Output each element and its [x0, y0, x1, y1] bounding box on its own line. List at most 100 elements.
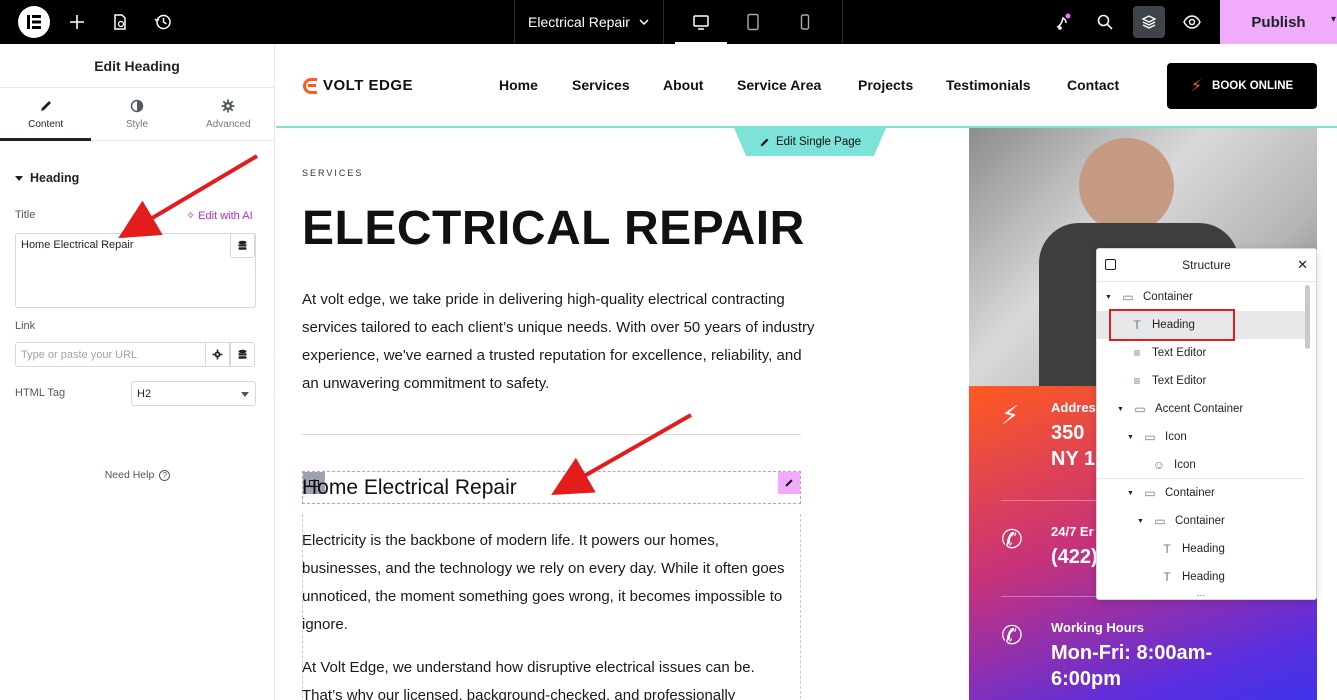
link-input[interactable]: Type or paste your URL — [15, 342, 206, 367]
dynamic-tags-button[interactable] — [230, 233, 255, 258]
pencil-icon — [760, 138, 769, 146]
phone-icon: ✆ — [1001, 620, 1023, 650]
elementor-logo-icon[interactable] — [18, 6, 50, 38]
nav-service-area[interactable]: Service Area — [737, 77, 821, 93]
heading-icon: T — [1163, 570, 1171, 584]
services-kicker: SERVICES — [302, 168, 364, 178]
structure-item-heading[interactable]: T Heading — [1097, 563, 1305, 591]
link-options-button[interactable] — [205, 342, 230, 367]
html-tag-select[interactable]: H2 — [131, 381, 256, 406]
notifications-icon[interactable] — [1050, 10, 1074, 34]
structure-item-text-editor[interactable]: ≡ Text Editor — [1097, 339, 1305, 367]
nav-testimonials[interactable]: Testimonials — [946, 77, 1031, 93]
widget-edit-button[interactable] — [778, 472, 800, 494]
structure-scrollbar[interactable] — [1305, 285, 1310, 349]
tablet-icon — [747, 13, 759, 31]
structure-item-icon[interactable]: ☺ Icon — [1097, 451, 1305, 479]
publish-label: Publish — [1251, 13, 1306, 31]
section-heading[interactable]: Home Electrical Repair — [302, 476, 517, 500]
need-help-link[interactable]: Need Help ? — [0, 469, 275, 481]
edit-panel: Edit Heading Content Style Advanced Head… — [0, 44, 275, 700]
lightning-icon: ⚡ — [1001, 400, 1020, 430]
structure-item-container[interactable]: ▼ ▭ Container — [1097, 479, 1305, 507]
nav-services[interactable]: Services — [572, 77, 630, 93]
structure-item-heading[interactable]: T Heading — [1097, 535, 1305, 563]
panel-title: Edit Heading — [0, 44, 274, 88]
structure-item-icon-container[interactable]: ▼ ▭ Icon — [1097, 423, 1305, 451]
link-dynamic-tags-button[interactable] — [230, 342, 255, 367]
mobile-view-button[interactable] — [779, 0, 831, 44]
tab-advanced[interactable]: Advanced — [183, 88, 274, 140]
nav-home[interactable]: Home — [499, 77, 538, 93]
address-line-1: 350 — [1051, 422, 1085, 444]
phone-icon: ✆ — [1001, 524, 1023, 554]
publish-button[interactable]: Publish ▾ — [1220, 0, 1337, 44]
tab-advanced-label: Advanced — [206, 118, 251, 130]
structure-item-label: Text Editor — [1152, 375, 1207, 387]
heading-section-toggle[interactable]: Heading — [15, 171, 79, 185]
edit-single-page-button[interactable]: Edit Single Page — [734, 128, 886, 156]
search-icon[interactable] — [1093, 10, 1117, 34]
structure-item-container[interactable]: ▼ ▭ Container — [1097, 283, 1305, 311]
caret-down-icon[interactable]: ▼ — [1105, 294, 1113, 301]
tab-content[interactable]: Content — [0, 88, 92, 141]
caret-down-icon — [15, 175, 23, 181]
book-online-button[interactable]: ⚡ BOOK ONLINE — [1167, 63, 1317, 109]
heading-icon: T — [1163, 542, 1171, 556]
page-settings-icon[interactable] — [108, 10, 132, 34]
history-icon[interactable] — [151, 10, 175, 34]
caret-down-icon[interactable]: ▼ — [1127, 434, 1135, 441]
edit-with-ai-button[interactable]: ✧ Edit with AI — [186, 209, 253, 223]
text-editor-icon: ≡ — [1133, 346, 1141, 360]
divider — [302, 434, 801, 435]
tab-style[interactable]: Style — [91, 88, 182, 140]
document-title-dropdown[interactable]: Electrical Repair — [514, 0, 664, 44]
close-icon[interactable]: ✕ — [1297, 257, 1308, 273]
edit-with-ai-label: Edit with AI — [198, 209, 253, 222]
page-heading[interactable]: ELECTRICAL REPAIR — [302, 201, 805, 256]
structure-panel: Structure ✕ ▼ ▭ Container T Heading ≡ Tex… — [1096, 248, 1317, 600]
site-header: VOLT EDGE Home Services About Service Ar… — [276, 44, 1337, 128]
panel-tabs: Content Style Advanced — [0, 88, 274, 141]
structure-item-text-editor[interactable]: ≡ Text Editor — [1097, 367, 1305, 395]
nav-projects[interactable]: Projects — [858, 77, 913, 93]
container-icon: ▭ — [1144, 430, 1156, 444]
hours-label: Working Hours — [1051, 620, 1144, 635]
body-paragraph-2[interactable]: At Volt Edge, we understand how disrupti… — [302, 654, 792, 700]
dock-icon[interactable] — [1105, 259, 1116, 270]
help-icon: ? — [159, 469, 171, 481]
sparkle-icon: ✧ — [186, 210, 196, 222]
text-editor-icon: ≡ — [1133, 374, 1141, 388]
nav-about[interactable]: About — [663, 77, 703, 93]
html-tag-label: HTML Tag — [15, 387, 66, 399]
caret-down-icon[interactable]: ▼ — [1127, 490, 1135, 497]
structure-item-container[interactable]: ▼ ▭ Container — [1097, 507, 1305, 535]
structure-item-accent-container[interactable]: ▼ ▭ Accent Container — [1097, 395, 1305, 423]
site-logo[interactable]: VOLT EDGE — [303, 77, 413, 94]
book-online-label: BOOK ONLINE — [1212, 80, 1294, 92]
title-textarea[interactable]: Home Electrical Repair — [15, 233, 256, 308]
structure-header: Structure ✕ — [1097, 249, 1316, 282]
editor-topbar: Electrical Repair Publish ▾ — [0, 0, 1337, 44]
structure-toggle-button[interactable] — [1133, 6, 1165, 38]
topbar-divider — [842, 0, 843, 44]
preview-eye-icon[interactable] — [1180, 10, 1204, 34]
structure-item-label: Heading — [1182, 571, 1225, 583]
intro-text[interactable]: At volt edge, we take pride in deliverin… — [302, 286, 822, 398]
emergency-phone[interactable]: (422) — [1051, 544, 1098, 570]
structure-item-label: Container — [1175, 515, 1225, 527]
container-icon: ▭ — [1154, 514, 1166, 528]
add-element-icon[interactable] — [65, 10, 89, 34]
brand-name: VOLT EDGE — [323, 77, 414, 94]
caret-down-icon[interactable]: ▼ — [1117, 406, 1125, 413]
body-paragraph-1[interactable]: Electricity is the backbone of modern li… — [302, 527, 792, 639]
publish-options-icon[interactable]: ▾ — [1331, 14, 1337, 25]
structure-more-indicator: ... — [1196, 588, 1206, 599]
html-tag-value: H2 — [137, 388, 152, 400]
tablet-view-button[interactable] — [727, 0, 779, 44]
edit-single-page-label: Edit Single Page — [775, 136, 862, 148]
nav-contact[interactable]: Contact — [1067, 77, 1119, 93]
caret-down-icon — [241, 392, 249, 397]
caret-down-icon[interactable]: ▼ — [1137, 518, 1145, 525]
desktop-view-button[interactable] — [675, 0, 727, 44]
